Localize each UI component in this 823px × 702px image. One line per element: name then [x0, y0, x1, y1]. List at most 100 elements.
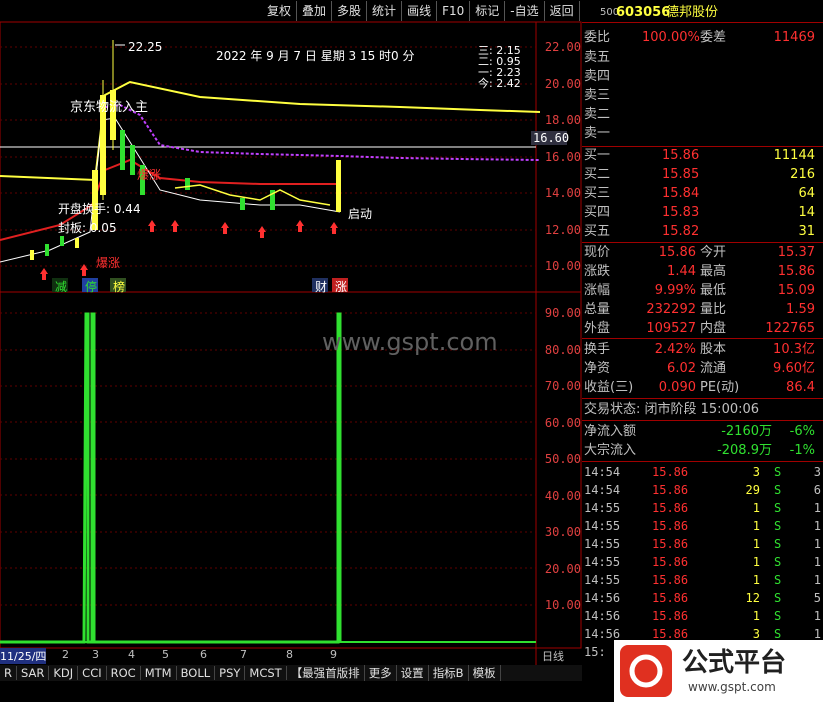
indicator-tab[interactable]: KDJ — [49, 666, 79, 680]
toolbar-button-0[interactable]: 复权 — [262, 1, 298, 21]
buy-volume: 64 — [798, 186, 815, 201]
sell-row: 卖四 — [582, 68, 823, 86]
indicator-tab[interactable]: CCI — [78, 666, 107, 680]
price-axis-label: 18.00 — [544, 113, 581, 127]
tick-price: 15.86 — [652, 609, 689, 623]
tick-price: 15.86 — [652, 555, 689, 569]
indicator-axis-label: 90.00 — [544, 306, 581, 320]
sell-label: 卖四 — [584, 69, 611, 84]
tick-volume: 1 — [752, 609, 760, 623]
quote-value-2: 122765 — [765, 321, 815, 336]
indicator-tab[interactable]: ROC — [107, 666, 141, 680]
flow-value: -2160万 — [721, 424, 772, 439]
fund-row: 换手 2.42% 股本 10.3亿 — [582, 341, 823, 359]
tick-count: 1 — [813, 573, 821, 587]
tick-volume: 29 — [745, 483, 760, 497]
toolbar-button-5[interactable]: F10 — [437, 1, 471, 21]
watermark-text: www.gspt.com — [322, 328, 498, 356]
fund-value: 0.090 — [658, 380, 696, 395]
flow-label: 大宗流入 — [584, 443, 637, 458]
tick-price: 15.86 — [652, 465, 689, 479]
quote-label: 总量 — [584, 302, 611, 317]
launch-label: 启动 — [348, 207, 373, 221]
toolbar-button-7[interactable]: -自选 — [505, 1, 545, 21]
marker-label: 停 — [85, 280, 98, 294]
quote-label: 外盘 — [584, 321, 611, 336]
tick-time: 14:55 — [584, 501, 621, 515]
tick-count: 1 — [813, 609, 821, 623]
quote-label-2: 最低 — [700, 283, 727, 298]
tick-count: 1 — [813, 519, 821, 533]
tick-count: 1 — [813, 537, 821, 551]
indicator-axis-label: 70.00 — [544, 379, 581, 393]
x-axis-label[interactable]: 11/25/四 — [0, 648, 47, 664]
sell-label: 卖一 — [584, 126, 611, 141]
tick-time: 15: — [584, 645, 606, 659]
indicator-tab[interactable]: MCST — [245, 666, 287, 680]
buy-label: 买五 — [584, 224, 611, 239]
tick-time: 14:54 — [584, 483, 621, 497]
fund-label-2: 流通 — [700, 361, 727, 376]
indicator-axis-label: 60.00 — [544, 415, 581, 430]
indicator-axis-label: 80.00 — [544, 342, 581, 357]
indicator-tab[interactable]: PSY — [215, 666, 246, 680]
title-text: 京东物流入主 — [70, 100, 149, 115]
brand-text: 公式平台 — [682, 648, 787, 678]
toolbar: 复权 叠加 多股 统计 画线 F10 标记 -自选 返回 — [262, 0, 580, 22]
tick-price: 15.86 — [652, 627, 689, 641]
indicator-tab[interactable]: 【最强首版排 — [287, 665, 365, 681]
quote-row: 现价 15.86 今开 15.37 — [582, 244, 823, 262]
fund-label-2: 股本 — [700, 342, 727, 357]
quote-row: 涨幅 9.99% 最低 15.09 — [582, 282, 823, 300]
tick-row: 14:56 15.86 3 S 1 — [582, 625, 823, 643]
indicator-axis-label: 10.00 — [544, 598, 581, 612]
marker-label: 减 — [55, 280, 68, 294]
quote-value: 9.99% — [654, 283, 696, 298]
tick-row: 14:55 15.86 1 S 1 — [582, 553, 823, 571]
toolbar-button-8[interactable]: 返回 — [545, 1, 580, 21]
indicator-tab[interactable]: SAR — [17, 666, 50, 680]
fund-label: 换手 — [584, 342, 611, 357]
seal-label: 封板: 0.05 — [58, 221, 117, 235]
quote-value: 1.44 — [667, 264, 696, 279]
open-turnover: 开盘换手: 0.44 — [58, 202, 141, 216]
toolbar-button-2[interactable]: 多股 — [332, 1, 368, 21]
buy-row: 买三 15.84 64 — [582, 185, 823, 203]
indicator-tab[interactable]: BOLL — [177, 666, 216, 680]
buy-row: 买二 15.85 216 — [582, 166, 823, 184]
indicator-axis-label: 30.00 — [544, 525, 581, 539]
indicator-tab[interactable]: 指标B — [429, 665, 469, 681]
tick-volume: 1 — [752, 501, 760, 515]
buy-label: 买一 — [584, 148, 611, 163]
flow-label: 净流入额 — [584, 424, 637, 439]
indicator-tab[interactable]: R — [0, 666, 17, 680]
tick-volume: 1 — [752, 519, 760, 533]
tick-row: 14:55 15.86 1 S 1 — [582, 517, 823, 535]
tick-volume: 3 — [752, 465, 760, 479]
sell-label: 卖五 — [584, 50, 611, 65]
price-axis-label: 14.00 — [544, 186, 581, 200]
toolbar-button-6[interactable]: 标记 — [470, 1, 506, 21]
tick-price: 15.86 — [652, 591, 689, 605]
x-axis-label: 7 — [240, 648, 247, 661]
indicator-line — [0, 312, 342, 644]
tick-side: S — [774, 501, 782, 515]
toolbar-button-4[interactable]: 画线 — [402, 1, 438, 21]
quote-label-2: 今开 — [700, 245, 727, 260]
tick-time: 14:55 — [584, 537, 621, 551]
toolbar-button-1[interactable]: 叠加 — [297, 1, 333, 21]
buy-volume: 14 — [798, 205, 815, 220]
indicator-tab[interactable]: 设置 — [397, 665, 429, 681]
fund-value: 2.42% — [654, 342, 696, 357]
tick-row: 14:56 15.86 1 S 1 — [582, 607, 823, 625]
fund-value: 6.02 — [667, 361, 696, 376]
toolbar-button-3[interactable]: 统计 — [367, 1, 403, 21]
indicator-tab[interactable]: 更多 — [365, 665, 397, 681]
tick-volume: 1 — [752, 573, 760, 587]
indicator-tab[interactable]: 模板 — [469, 665, 501, 681]
tick-row: 14:54 15.86 3 S 3 — [582, 463, 823, 481]
buy-row: 买五 15.82 31 — [582, 223, 823, 241]
tick-volume: 1 — [752, 537, 760, 551]
indicator-tab[interactable]: MTM — [141, 666, 177, 680]
ma-white-line — [0, 117, 341, 263]
